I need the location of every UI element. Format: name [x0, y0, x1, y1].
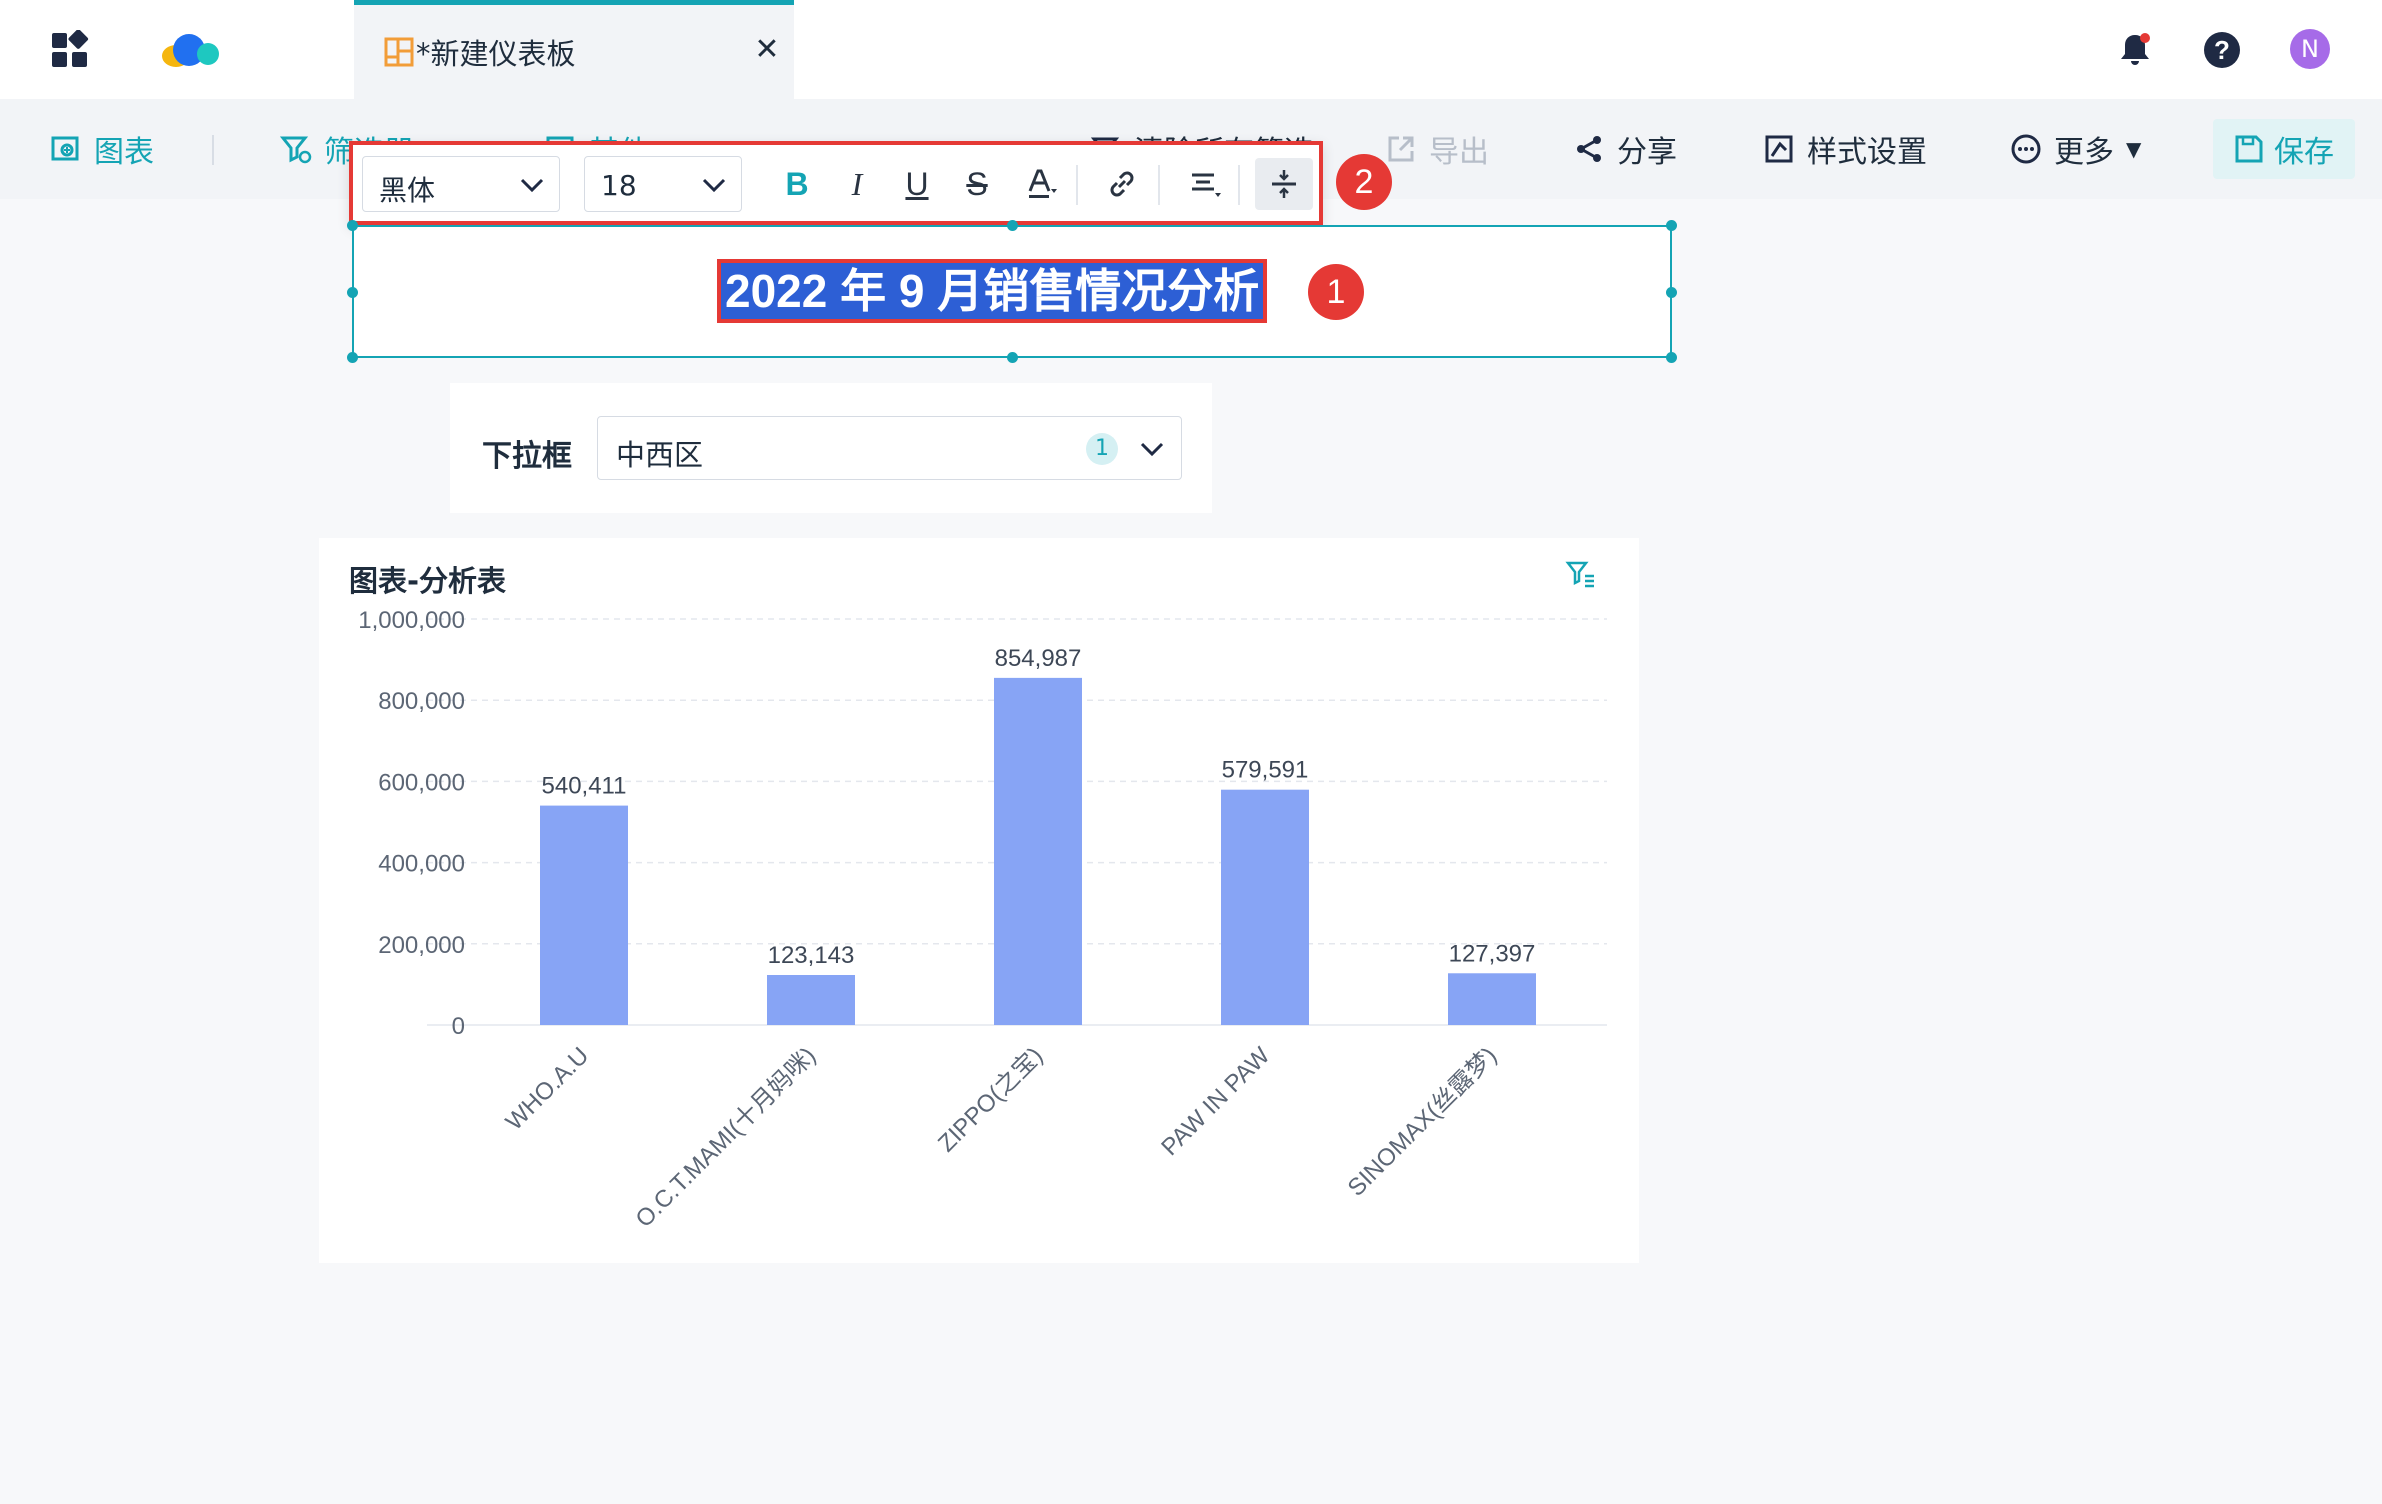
chart-button-label: 图表	[94, 135, 154, 170]
bar-chart: 0 200,000 400,000 600,000 800,000 1,000,000 54…	[358, 607, 1607, 1233]
resize-handle[interactable]	[1007, 352, 1018, 363]
selected-count-badge: 1	[1086, 433, 1118, 465]
x-tick-label: PAW IN PAW	[1156, 1042, 1275, 1161]
strikethrough-button[interactable]: S	[951, 158, 1003, 210]
more-icon	[2011, 134, 2041, 164]
chart-title: 图表-分析表	[349, 564, 507, 598]
y-tick-label: 600,000	[378, 769, 465, 796]
x-tick-label: O.C.T.MAMI(十月妈咪)	[631, 1042, 822, 1233]
bar	[1221, 789, 1309, 1025]
align-button[interactable]	[1179, 158, 1231, 210]
brand-logo-icon	[162, 34, 219, 67]
caret-down-icon: ▼	[2126, 137, 2142, 161]
text-format-toolbar: 黑体 18 B I U S	[349, 141, 1323, 225]
font-size-value: 18	[601, 169, 637, 202]
annotation-badge-1: 1	[1308, 264, 1364, 320]
bar	[767, 975, 855, 1025]
resize-handle[interactable]	[1666, 287, 1677, 298]
bar	[1448, 973, 1536, 1025]
resize-handle[interactable]	[347, 287, 358, 298]
svg-text:?: ?	[2214, 35, 2230, 65]
x-tick-label: WHO.A.U	[501, 1042, 595, 1136]
x-tick-label: ZIPPO(之宝)	[933, 1042, 1048, 1157]
vertical-center-button[interactable]	[1255, 158, 1313, 210]
text-color-button[interactable]	[1015, 158, 1067, 210]
data-label: 854,987	[995, 645, 1082, 672]
link-button[interactable]	[1096, 158, 1148, 210]
dropdown-value: 中西区	[616, 438, 704, 472]
dropdown-label: 下拉框	[482, 439, 572, 474]
close-tab-icon[interactable]: ✕	[752, 35, 782, 65]
font-family-value: 黑体	[379, 174, 436, 207]
resize-handle[interactable]	[347, 352, 358, 363]
italic-button[interactable]: I	[831, 158, 883, 210]
share-icon	[1577, 136, 1601, 162]
save-icon	[2235, 135, 2263, 163]
y-tick-label: 400,000	[378, 851, 465, 878]
data-label: 127,397	[1449, 940, 1536, 967]
save-button[interactable]: 保存	[2213, 119, 2355, 179]
save-label: 保存	[2274, 135, 2334, 170]
resize-handle[interactable]	[1007, 220, 1018, 231]
link-icon	[1110, 171, 1134, 197]
bar	[540, 805, 628, 1025]
annotation-badge-2: 2	[1336, 154, 1392, 210]
chevron-down-icon	[702, 178, 726, 193]
chevron-down-icon	[520, 178, 544, 193]
export-icon	[1388, 136, 1414, 162]
help-icon[interactable]: ?	[2202, 30, 2242, 70]
user-avatar[interactable]: N	[2290, 29, 2330, 69]
share-button[interactable]: 分享	[1573, 99, 1677, 199]
resize-handle[interactable]	[347, 220, 358, 231]
more-label: 更多	[2054, 135, 2114, 170]
align-center-icon	[1192, 173, 1221, 197]
y-tick-label: 200,000	[378, 932, 465, 959]
top-bar: *新建仪表板 ✕ ? N	[0, 0, 2382, 99]
resize-handle[interactable]	[1666, 220, 1677, 231]
app-grid-icon[interactable]	[52, 30, 90, 68]
y-tick-label: 0	[452, 1013, 465, 1040]
data-label: 540,411	[542, 773, 627, 800]
x-tick-label: SINOMAX(丝露梦)	[1343, 1042, 1503, 1202]
data-label: 579,591	[1222, 757, 1309, 784]
filter-icon	[280, 136, 312, 164]
toolbar-divider	[212, 135, 214, 165]
chart-filter-icon[interactable]	[1565, 558, 1597, 590]
region-dropdown[interactable]: 中西区 1	[597, 416, 1182, 480]
font-family-select[interactable]: 黑体	[362, 156, 560, 212]
dropdown-filter-widget: 下拉框 中西区 1	[450, 383, 1212, 513]
underline-button[interactable]: U	[891, 158, 943, 210]
dashboard-icon	[384, 37, 414, 67]
format-separator	[1158, 165, 1160, 205]
bar	[994, 677, 1082, 1025]
dashboard-tab[interactable]: *新建仪表板 ✕	[354, 0, 794, 99]
chevron-down-icon	[1140, 442, 1164, 457]
title-text-widget[interactable]: 2022 年 9 月销售情况分析	[347, 220, 1677, 363]
add-chart-button[interactable]: 图表	[50, 99, 154, 199]
tab-label: *新建仪表板	[416, 37, 576, 71]
more-button[interactable]: 更多 ▼	[2010, 99, 2141, 199]
text-color-icon	[1028, 169, 1057, 198]
style-icon	[1765, 135, 1793, 163]
y-tick-label: 800,000	[378, 688, 465, 715]
share-label: 分享	[1617, 135, 1677, 170]
bell-icon[interactable]	[2115, 30, 2155, 70]
bold-button[interactable]: B	[771, 158, 823, 210]
add-chart-icon	[51, 136, 79, 161]
format-separator	[1076, 165, 1078, 205]
export-button[interactable]: 导出	[1385, 99, 1489, 199]
resize-handle[interactable]	[1666, 352, 1677, 363]
style-settings-label: 样式设置	[1807, 135, 1927, 170]
dashboard-title-text[interactable]: 2022 年 9 月销售情况分析	[716, 259, 1268, 323]
style-settings-button[interactable]: 样式设置	[1763, 99, 1927, 199]
vertical-center-icon	[1272, 170, 1296, 198]
font-size-select[interactable]: 18	[584, 156, 742, 212]
format-separator	[1238, 165, 1240, 205]
data-label: 123,143	[768, 942, 855, 969]
y-tick-label: 1,000,000	[358, 607, 465, 634]
bar-chart-widget: 0 200,000 400,000 600,000 800,000 1,000,000 54…	[319, 538, 1639, 1263]
export-label: 导出	[1429, 135, 1489, 170]
